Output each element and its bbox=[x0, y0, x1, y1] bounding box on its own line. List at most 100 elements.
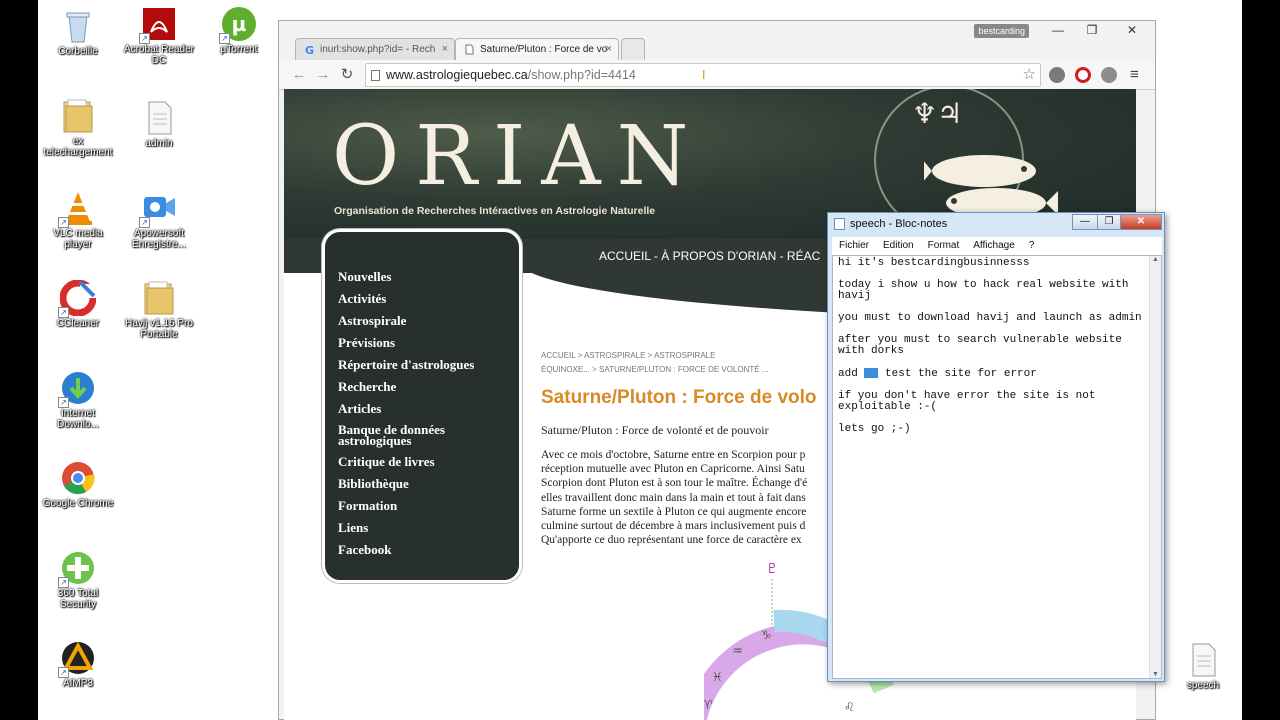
notepad-menu-bar: Fichier Edition Format Affichage ? bbox=[832, 237, 1162, 255]
vlc-icon: ↗ bbox=[58, 190, 96, 228]
minimize-button[interactable]: — bbox=[1041, 21, 1075, 39]
aquarius-glyph: ♒ bbox=[732, 644, 743, 658]
desktop-icon-label: Havij v1.16 Pro Portable bbox=[125, 318, 193, 340]
desktop-icon-ccleaner[interactable]: ↗ CCleaner bbox=[39, 279, 117, 329]
menu-item-recherche[interactable]: Recherche bbox=[325, 380, 519, 393]
menu-item-activites[interactable]: Activités bbox=[325, 292, 519, 305]
desktop-icon-label: Google Chrome bbox=[42, 498, 114, 509]
close-button[interactable]: ✕ bbox=[1109, 21, 1155, 39]
recycle-bin-icon bbox=[60, 8, 96, 44]
desktop-icon-label: 360 Total Security bbox=[57, 588, 99, 610]
tab-search[interactable]: G inurl:show.php?id= - Rech × bbox=[295, 38, 455, 60]
menu-format[interactable]: Format bbox=[921, 237, 967, 255]
menu-item-articles[interactable]: Articles bbox=[325, 402, 519, 415]
globe-icon[interactable] bbox=[1101, 67, 1117, 83]
folder-icon bbox=[141, 280, 177, 316]
reload-icon[interactable]: ↻ bbox=[337, 65, 357, 85]
desktop-icon-havij[interactable]: Havij v1.16 Pro Portable bbox=[120, 280, 198, 340]
article-line: réception mutuelle avec Pluton en Capric… bbox=[541, 463, 805, 476]
text-line: hi it's bestcardingbusinnesss bbox=[838, 257, 1030, 269]
article-title: Saturne/Pluton : Force de volo bbox=[541, 387, 817, 408]
breadcrumb-line[interactable]: ÉQUINOXE... > SATURNE/PLUTON : FORCE DE … bbox=[541, 363, 781, 377]
desktop-icon-apowersoft[interactable]: ↗ Apowersoft Enregistre... bbox=[120, 190, 198, 250]
new-tab-button[interactable] bbox=[621, 38, 645, 60]
text-line: lets go ;-) bbox=[838, 422, 911, 435]
apowersoft-icon: ↗ bbox=[139, 190, 177, 228]
minimize-button[interactable]: — bbox=[1072, 214, 1098, 230]
menu-edition[interactable]: Edition bbox=[876, 237, 921, 255]
site-logo[interactable]: ORIAN bbox=[332, 109, 704, 204]
menu-item-liens[interactable]: Liens bbox=[325, 521, 519, 534]
menu-item-repertoire[interactable]: Répertoire d'astrologues bbox=[325, 358, 519, 371]
menu-item-facebook[interactable]: Facebook bbox=[325, 543, 519, 556]
article-subtitle: Saturne/Pluton : Force de volonté et de … bbox=[541, 423, 769, 437]
desktop-icon-corbeille[interactable]: Corbeille bbox=[39, 8, 117, 57]
menu-item-previsions[interactable]: Prévisions bbox=[325, 336, 519, 349]
menu-item-nouvelles[interactable]: Nouvelles bbox=[325, 270, 519, 283]
desktop-icon-acrobat[interactable]: ↗ Acrobat Reader DC bbox=[120, 6, 198, 66]
desktop-icon-360-security[interactable]: ↗ 360 Total Security bbox=[39, 550, 117, 610]
text-line: after you must to search vulnerable webs… bbox=[838, 334, 1122, 357]
close-button[interactable]: ✕ bbox=[1120, 214, 1162, 230]
text-line: you must to download havij and launch as… bbox=[838, 312, 1142, 324]
desktop-icon-aimp[interactable]: ↗ AIMP3 bbox=[39, 640, 117, 689]
scroll-up-icon[interactable]: ▲ bbox=[1150, 256, 1161, 263]
tab-active-page[interactable]: Saturne/Pluton : Force de vo × bbox=[455, 38, 619, 60]
desktop-icon-vlc[interactable]: ↗ VLC media player bbox=[39, 190, 117, 250]
menu-help[interactable]: ? bbox=[1022, 237, 1042, 255]
scroll-down-icon[interactable]: ▼ bbox=[1150, 671, 1161, 678]
notepad-titlebar[interactable]: speech - Bloc-notes — ❐ ✕ bbox=[828, 213, 1164, 235]
desktop-icon-label: AIMP3 bbox=[62, 678, 93, 689]
chrome-icon bbox=[60, 460, 96, 496]
maximize-button[interactable]: ❐ bbox=[1075, 21, 1109, 39]
desktop-icon-chrome[interactable]: Google Chrome bbox=[39, 460, 117, 509]
maximize-button[interactable]: ❐ bbox=[1097, 214, 1121, 230]
desktop-icon-speech[interactable]: speech bbox=[1164, 642, 1242, 691]
menu-icon[interactable]: ≡ bbox=[1130, 66, 1139, 83]
menu-item-bibliotheque[interactable]: Bibliothèque bbox=[325, 477, 519, 490]
idm-icon: ↗ bbox=[58, 370, 96, 408]
notepad-text-area[interactable]: hi it's bestcardingbusinnesss today i sh… bbox=[832, 255, 1162, 679]
desktop-icon-label: ex telechargement bbox=[43, 136, 113, 158]
text-line: if you don't have error the site is not … bbox=[838, 389, 1096, 413]
folder-icon bbox=[60, 98, 96, 134]
menu-affichage[interactable]: Affichage bbox=[966, 237, 1022, 255]
desktop-icon-admin[interactable]: admin bbox=[120, 100, 198, 149]
tab-label: inurl:show.php?id= - Rech bbox=[320, 44, 436, 55]
vertical-scrollbar[interactable]: ▲ ▼ bbox=[1149, 256, 1161, 678]
desktop-icon-idm[interactable]: ↗ Internet Downlo... bbox=[39, 370, 117, 430]
close-icon[interactable]: × bbox=[606, 43, 612, 55]
menu-fichier[interactable]: Fichier bbox=[832, 237, 876, 255]
page-icon bbox=[464, 44, 475, 55]
360-security-icon: ↗ bbox=[58, 550, 96, 588]
window-controls: — ❐ ✕ bbox=[1041, 21, 1155, 41]
text-fragment: add bbox=[838, 367, 858, 380]
address-bar[interactable]: www.astrologiequebec.ca/show.php?id=4414… bbox=[365, 63, 1041, 87]
url-path: /show.php?id=4414 bbox=[527, 68, 636, 82]
menu-item-formation[interactable]: Formation bbox=[325, 499, 519, 512]
forward-arrow-icon[interactable]: → bbox=[313, 65, 333, 85]
desktop-icon-utorrent[interactable]: µ ↗ µTorrent bbox=[200, 6, 278, 55]
article-line: Qu'apporte ce duo représentant une force… bbox=[541, 534, 802, 547]
opera-icon[interactable] bbox=[1075, 67, 1091, 83]
close-icon[interactable]: × bbox=[442, 43, 448, 55]
user-badge[interactable]: bestcarding bbox=[974, 24, 1029, 38]
text-line-add: add test the site for error bbox=[838, 368, 1143, 380]
menu-item-critique[interactable]: Critique de livres bbox=[325, 455, 519, 468]
url-host: www.astrologiequebec.ca bbox=[386, 68, 528, 82]
back-arrow-icon[interactable]: ← bbox=[289, 65, 309, 85]
bookmark-star-icon[interactable]: ☆ bbox=[1023, 64, 1036, 86]
capricorn-glyph: ♑ bbox=[761, 628, 772, 642]
menu-item-astrospirale[interactable]: Astrospirale bbox=[325, 314, 519, 327]
menu-item-banque[interactable]: Banque de données astrologiques bbox=[325, 423, 455, 447]
desktop-icon-label: Apowersoft Enregistre... bbox=[132, 228, 186, 250]
desktop-icon-label: Corbeille bbox=[58, 46, 98, 57]
breadcrumb-line[interactable]: ACCUEIL > ASTROSPIRALE > ASTROSPIRALE bbox=[541, 349, 781, 363]
desktop-icon-label: speech bbox=[1186, 680, 1220, 691]
browser-toolbar: ← → ↻ www.astrologiequebec.ca/show.php?i… bbox=[279, 60, 1155, 90]
planet-glyphs: ♆♃ bbox=[912, 97, 963, 130]
extension-icon[interactable] bbox=[1049, 67, 1065, 83]
desktop-icon-ex-telechargement[interactable]: ex telechargement bbox=[39, 98, 117, 158]
article-line: culmine surtout de décembre à mars inclu… bbox=[541, 520, 806, 533]
svg-text:µ: µ bbox=[232, 12, 247, 36]
